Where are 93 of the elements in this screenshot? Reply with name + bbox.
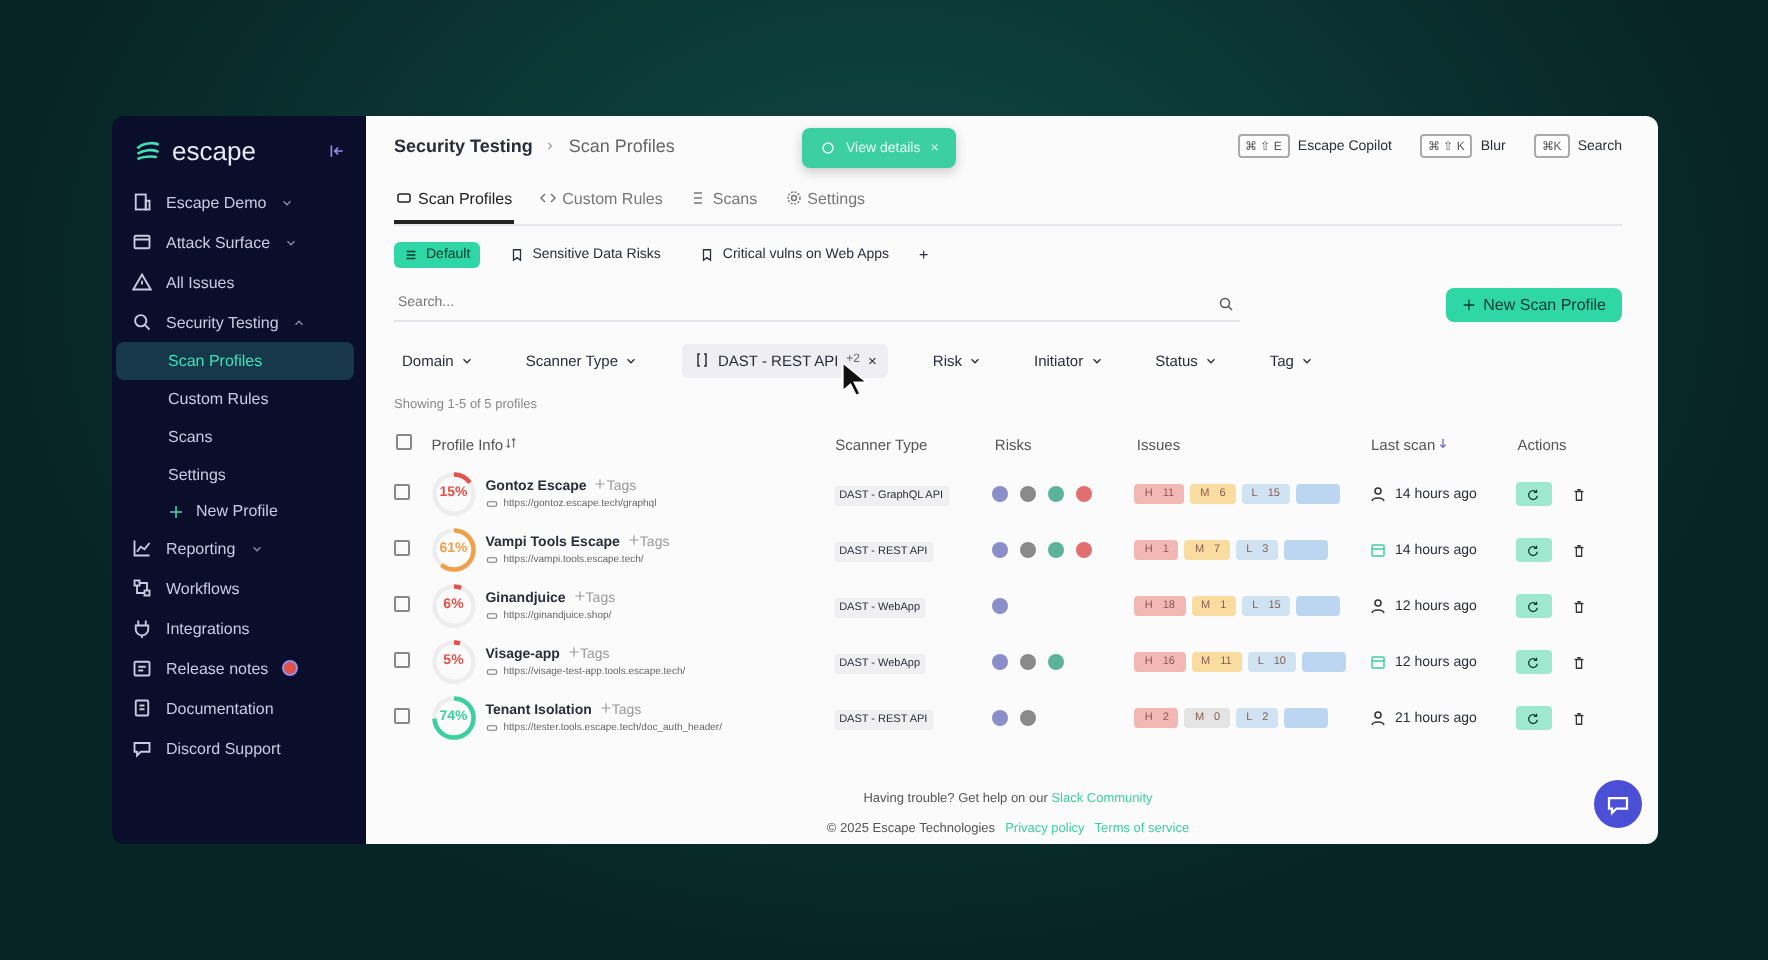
trash-icon[interactable] bbox=[1571, 655, 1586, 669]
refresh-icon bbox=[1526, 655, 1541, 669]
sidebar-item[interactable]: Integrations bbox=[124, 608, 354, 648]
trash-icon[interactable] bbox=[1571, 543, 1586, 557]
list-icon bbox=[404, 247, 418, 261]
chevron-icon bbox=[1089, 353, 1104, 367]
sidebar-item[interactable]: Documentation bbox=[124, 688, 354, 728]
trash-icon[interactable] bbox=[1571, 599, 1586, 613]
collapse-sidebar-icon bbox=[328, 142, 346, 160]
window-icon bbox=[132, 232, 152, 252]
code-icon bbox=[540, 190, 557, 206]
plug-icon bbox=[132, 618, 152, 638]
tab[interactable]: Settings bbox=[783, 176, 868, 224]
info-chip bbox=[1302, 652, 1346, 672]
logo-icon bbox=[132, 137, 164, 165]
sidebar-subitem[interactable]: Scans bbox=[124, 418, 354, 456]
breadcrumb-link[interactable]: Security Testing bbox=[394, 136, 533, 156]
tab[interactable]: Scans bbox=[688, 176, 760, 224]
list-icon bbox=[690, 190, 707, 206]
sort-down-icon bbox=[1435, 435, 1450, 449]
rescan-button[interactable] bbox=[1515, 538, 1552, 562]
sidebar-item[interactable]: Attack Surface bbox=[124, 222, 354, 262]
chevron-right-icon bbox=[544, 140, 557, 152]
chevron-icon bbox=[624, 353, 638, 367]
warning-icon bbox=[132, 272, 152, 292]
tab[interactable]: Custom Rules bbox=[538, 176, 665, 224]
plus-icon bbox=[599, 702, 612, 714]
sidebar-item[interactable]: Reporting bbox=[124, 528, 354, 568]
rescan-button[interactable] bbox=[1515, 594, 1552, 618]
sidebar-subitem[interactable]: Custom Rules bbox=[124, 380, 354, 418]
refresh-icon bbox=[1526, 711, 1541, 725]
sidebar-subitem[interactable]: Settings bbox=[124, 456, 354, 494]
plus-icon bbox=[168, 503, 184, 519]
refresh-icon bbox=[1526, 543, 1541, 557]
gear-icon bbox=[785, 190, 802, 206]
sidebar-item[interactable]: Security Testing bbox=[124, 302, 354, 342]
document-icon bbox=[132, 698, 152, 718]
user-icon bbox=[1369, 486, 1386, 502]
info-chip bbox=[1296, 596, 1341, 616]
building-icon bbox=[132, 192, 152, 212]
bookmark-icon bbox=[510, 247, 525, 261]
user-icon bbox=[1369, 598, 1386, 614]
new-scan-profile-button[interactable]: New Scan Profile bbox=[1445, 287, 1622, 321]
calendar-icon bbox=[1369, 654, 1386, 670]
refresh-icon bbox=[1526, 599, 1541, 613]
sidebar-item[interactable]: All Issues bbox=[124, 262, 354, 302]
logo-text: escape bbox=[172, 136, 256, 166]
chat-button[interactable] bbox=[1594, 780, 1642, 828]
sidebar-item[interactable]: Discord Support bbox=[124, 728, 354, 768]
row-checkbox[interactable] bbox=[394, 596, 410, 612]
rescan-button[interactable] bbox=[1515, 650, 1552, 674]
plus-icon bbox=[594, 478, 607, 490]
new-profile-link[interactable]: New Profile bbox=[124, 494, 354, 528]
chevron-icon bbox=[1299, 353, 1314, 367]
sidebar-item[interactable]: Workflows bbox=[124, 568, 354, 608]
sort-icon bbox=[503, 435, 518, 449]
chat-icon bbox=[1606, 792, 1630, 816]
add-view-button[interactable]: + bbox=[919, 245, 929, 263]
user-icon bbox=[1369, 710, 1386, 726]
row-checkbox[interactable] bbox=[394, 540, 410, 556]
select-all-checkbox[interactable] bbox=[396, 434, 412, 450]
chevron-icon bbox=[968, 353, 982, 367]
calendar-icon bbox=[1369, 542, 1386, 558]
notes-icon bbox=[132, 658, 152, 678]
refresh-icon bbox=[1526, 487, 1541, 501]
chevron-icon bbox=[459, 353, 474, 367]
info-chip bbox=[1284, 708, 1329, 728]
sidebar-item[interactable]: Escape Demo bbox=[124, 182, 354, 222]
plus-icon bbox=[573, 590, 586, 602]
row-checkbox[interactable] bbox=[394, 708, 410, 724]
bookmark-icon bbox=[700, 247, 715, 261]
rescan-button[interactable] bbox=[1515, 482, 1552, 506]
breadcrumb-current: Scan Profiles bbox=[568, 136, 675, 156]
tab[interactable]: Scan Profiles bbox=[394, 176, 515, 224]
rescan-button[interactable] bbox=[1515, 706, 1552, 730]
search-icon bbox=[132, 312, 152, 332]
plus-icon bbox=[1461, 297, 1476, 311]
trash-icon[interactable] bbox=[1571, 711, 1586, 725]
row-checkbox[interactable] bbox=[394, 484, 410, 500]
sidebar-subitem[interactable]: Scan Profiles bbox=[116, 342, 354, 380]
row-checkbox[interactable] bbox=[394, 652, 410, 668]
chat-icon bbox=[132, 738, 152, 758]
info-chip bbox=[1295, 484, 1340, 504]
sidebar-item[interactable]: Release notes bbox=[124, 648, 354, 688]
plus-icon bbox=[627, 534, 640, 546]
chart-icon bbox=[132, 538, 152, 558]
chevron-icon bbox=[1203, 353, 1218, 367]
info-chip bbox=[1284, 540, 1329, 560]
plus-icon bbox=[567, 646, 580, 658]
flow-icon bbox=[132, 578, 152, 598]
search-icon bbox=[1218, 295, 1234, 311]
braces-icon bbox=[694, 352, 710, 368]
trash-icon[interactable] bbox=[1571, 487, 1586, 501]
